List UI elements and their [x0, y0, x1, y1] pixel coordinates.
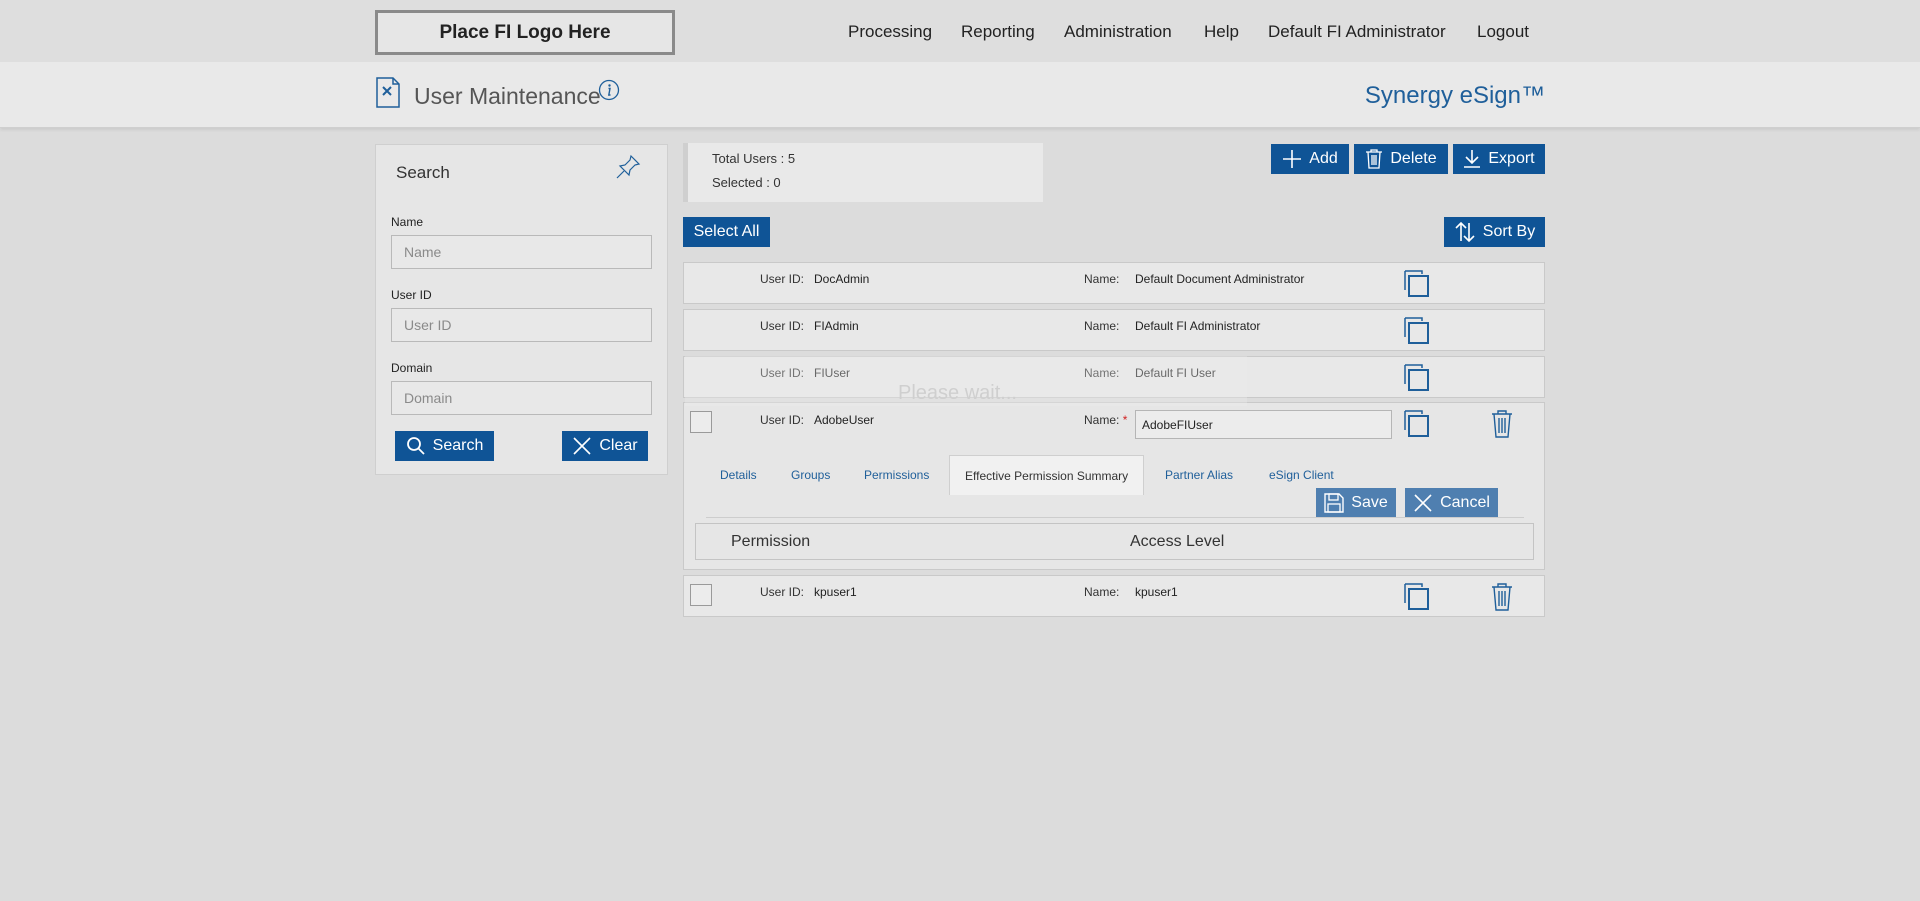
- domain-search-input[interactable]: [391, 381, 652, 415]
- nav-user-menu[interactable]: Default FI Administrator: [1268, 22, 1446, 42]
- name-label-required: Name: *: [1084, 413, 1127, 427]
- sort-by-button[interactable]: Sort By: [1444, 217, 1545, 247]
- nav-logout[interactable]: Logout: [1477, 22, 1529, 42]
- close-icon: [1414, 493, 1432, 512]
- user-row[interactable]: User ID: DocAdmin Name: Default Document…: [683, 262, 1545, 304]
- loading-message: Please wait...: [898, 382, 1017, 404]
- copy-icon[interactable]: [1404, 410, 1430, 438]
- name-label: Name:: [1084, 319, 1120, 333]
- user-row[interactable]: User ID: kpuser1 Name: kpuser1: [683, 575, 1545, 617]
- total-users-count: Total Users : 5: [712, 151, 796, 166]
- page-title: User Maintenance: [414, 83, 601, 109]
- top-bar: Place FI Logo Here Processing Reporting …: [0, 0, 1920, 62]
- plus-icon: [1283, 150, 1302, 168]
- select-all-button[interactable]: Select All: [683, 217, 770, 247]
- nav-administration[interactable]: Administration: [1064, 22, 1172, 42]
- page-header: [0, 62, 1920, 128]
- fi-logo-placeholder: Place FI Logo Here: [375, 10, 675, 55]
- row-checkbox[interactable]: [690, 411, 712, 433]
- user-id-value: AdobeUser: [814, 413, 875, 427]
- save-icon: [1324, 492, 1344, 513]
- domain-label: Domain: [391, 361, 433, 375]
- name-label: Name:: [1084, 272, 1120, 286]
- export-button[interactable]: Export: [1453, 144, 1545, 174]
- copy-icon[interactable]: [1404, 583, 1430, 611]
- user-id-value: DocAdmin: [814, 272, 870, 286]
- trash-icon: [1366, 149, 1383, 169]
- tab-details[interactable]: Details: [720, 455, 757, 495]
- nav-processing[interactable]: Processing: [848, 22, 932, 42]
- user-maintenance-icon: [376, 77, 400, 108]
- user-id-value: kpuser1: [814, 585, 857, 599]
- user-id-value: FIAdmin: [814, 319, 859, 333]
- name-value: Default FI Administrator: [1135, 319, 1261, 333]
- clear-button-label: Clear: [599, 437, 638, 454]
- delete-users-button[interactable]: Delete: [1354, 144, 1448, 174]
- clear-button[interactable]: Clear: [562, 431, 648, 461]
- required-marker: *: [1122, 413, 1128, 427]
- tab-groups[interactable]: Groups: [791, 455, 830, 495]
- permission-summary-table: Permission Access Level: [695, 523, 1534, 560]
- name-value: Default Document Administrator: [1135, 272, 1305, 286]
- user-id-label: User ID:: [760, 585, 805, 599]
- column-header-access-level: Access Level: [1130, 533, 1225, 550]
- save-button[interactable]: Save: [1316, 488, 1396, 517]
- row-checkbox[interactable]: [690, 584, 712, 606]
- sort-icon: [1455, 221, 1475, 243]
- search-panel-title: Search: [396, 163, 450, 182]
- brand-name: Synergy eSign™: [1364, 82, 1545, 109]
- delete-button-label: Delete: [1390, 150, 1437, 167]
- name-edit-input[interactable]: [1135, 410, 1392, 439]
- nav-reporting[interactable]: Reporting: [961, 22, 1035, 42]
- search-panel: Search Name User ID Domain Search Clear: [375, 144, 668, 475]
- search-icon: [406, 437, 425, 455]
- copy-icon[interactable]: [1404, 364, 1430, 392]
- user-id-label: User ID:: [760, 272, 805, 286]
- cancel-button-label: Cancel: [1440, 493, 1490, 511]
- copy-icon[interactable]: [1404, 270, 1430, 298]
- user-id-search-input[interactable]: [391, 308, 652, 342]
- close-icon: [573, 437, 591, 455]
- trash-icon[interactable]: [1491, 583, 1513, 611]
- pin-icon[interactable]: [614, 153, 642, 181]
- user-row-expanded: User ID: AdobeUser Name: * Details Group…: [683, 402, 1545, 570]
- add-user-button[interactable]: Add: [1271, 144, 1349, 174]
- export-button-label: Export: [1488, 150, 1535, 167]
- divider: [706, 517, 1524, 518]
- info-icon[interactable]: [598, 79, 620, 101]
- name-label: Name:: [1084, 585, 1120, 599]
- name-value: kpuser1: [1135, 585, 1178, 599]
- user-id-label: User ID: [391, 288, 432, 302]
- cancel-button[interactable]: Cancel: [1405, 488, 1498, 517]
- user-row[interactable]: User ID: FIAdmin Name: Default FI Admini…: [683, 309, 1545, 351]
- trash-icon[interactable]: [1491, 410, 1513, 438]
- tab-permissions[interactable]: Permissions: [864, 455, 929, 495]
- user-summary: Total Users : 5 Selected : 0: [683, 143, 1043, 202]
- sort-by-label: Sort By: [1482, 223, 1536, 240]
- save-button-label: Save: [1351, 493, 1388, 511]
- search-button[interactable]: Search: [395, 431, 494, 461]
- name-label: Name: [391, 215, 424, 229]
- tab-effective-permission-summary[interactable]: Effective Permission Summary: [949, 455, 1145, 495]
- user-id-label: User ID:: [760, 319, 805, 333]
- add-button-label: Add: [1309, 150, 1338, 167]
- user-id-label: User ID:: [760, 413, 805, 427]
- column-header-permission: Permission: [731, 533, 811, 550]
- search-button-label: Search: [432, 437, 484, 454]
- select-all-label: Select All: [693, 223, 760, 240]
- copy-icon[interactable]: [1404, 317, 1430, 345]
- selected-count: Selected : 0: [712, 175, 781, 190]
- nav-help[interactable]: Help: [1204, 22, 1239, 42]
- name-search-input[interactable]: [391, 235, 652, 269]
- tab-partner-alias[interactable]: Partner Alias: [1165, 455, 1233, 495]
- download-icon: [1464, 150, 1481, 168]
- name-label: Name:: [1084, 413, 1120, 427]
